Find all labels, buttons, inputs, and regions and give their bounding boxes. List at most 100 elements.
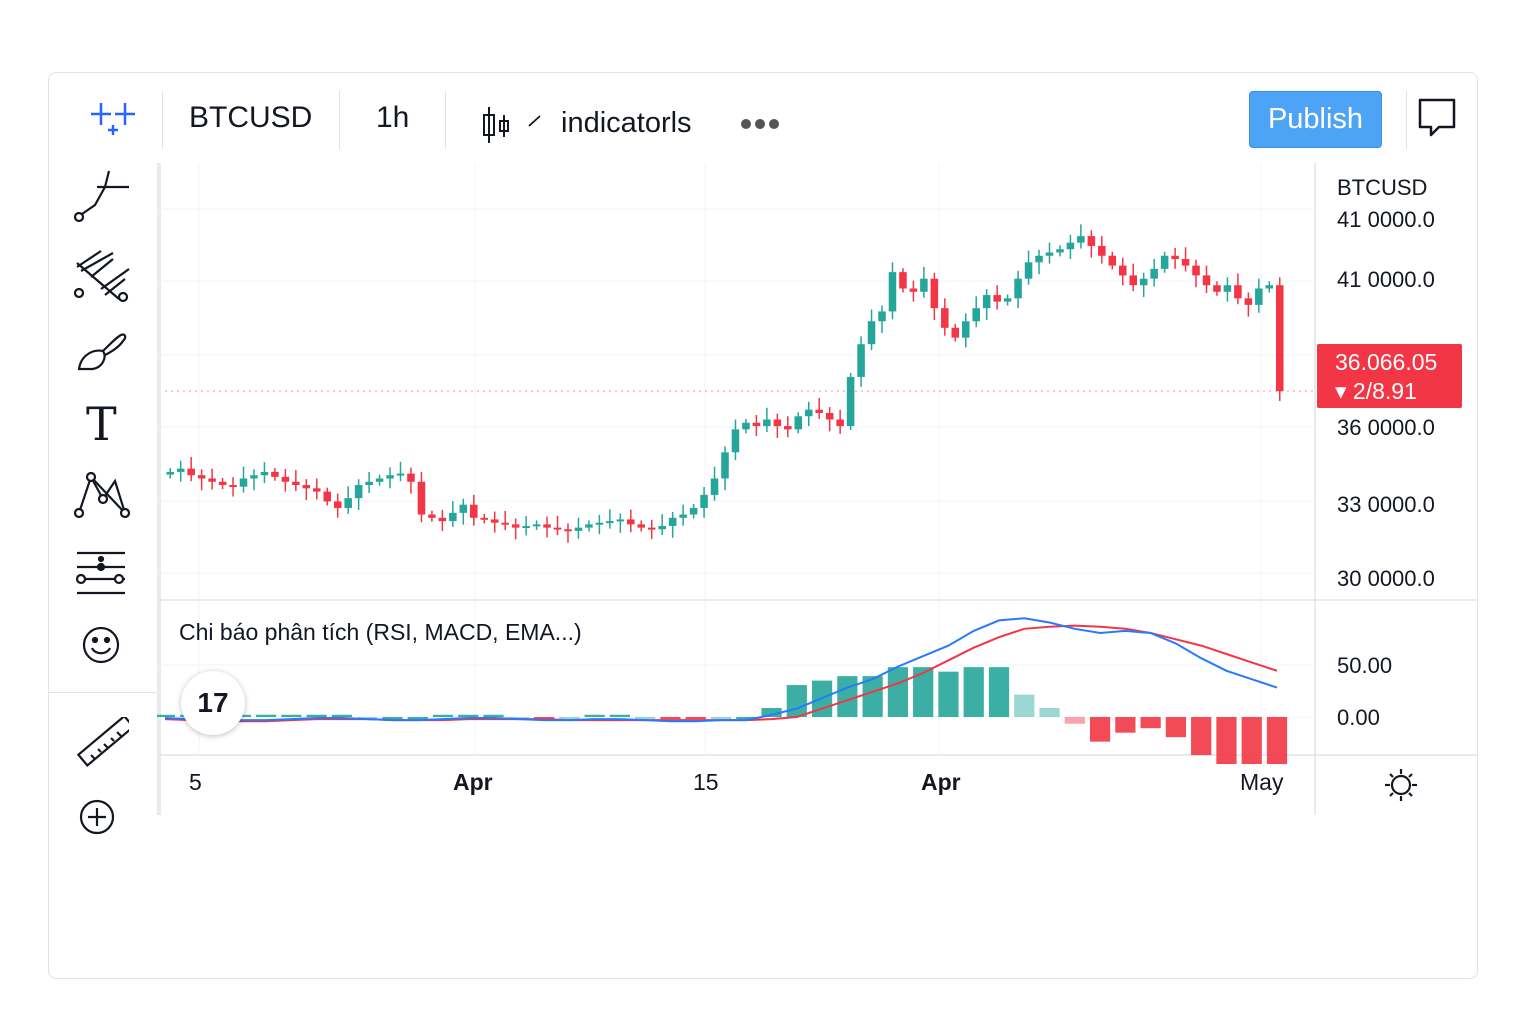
- publish-button[interactable]: Publish: [1249, 91, 1382, 148]
- price-change: ▾ 2/8.91: [1335, 378, 1417, 404]
- candle-body: [553, 527, 562, 530]
- symbol-selector[interactable]: BTCUSD: [189, 101, 312, 135]
- candle-body: [1077, 236, 1085, 243]
- time-label: 15: [693, 769, 719, 795]
- macd-histogram-bar: [609, 714, 631, 717]
- candle-body: [1234, 285, 1242, 299]
- chart-window: BTCUSD 1h indicatorls Publish T BTCUSD 4…: [48, 72, 1478, 979]
- toolbar-divider: [162, 91, 163, 149]
- emoji-icon[interactable]: [81, 625, 121, 665]
- ruler-icon[interactable]: [75, 717, 129, 771]
- candle-body: [878, 311, 886, 322]
- candle-body: [804, 409, 813, 417]
- candle-body: [899, 272, 907, 289]
- candle-body: [909, 288, 918, 292]
- candle-body: [260, 471, 269, 476]
- candle-body: [543, 524, 551, 528]
- candle-body: [323, 491, 332, 502]
- candle-body: [218, 481, 227, 486]
- interval-selector[interactable]: 1h: [376, 101, 409, 135]
- candle-body: [271, 471, 279, 477]
- indicator-title[interactable]: Chi báo phân tích (RSI, MACD, EMA...): [179, 619, 582, 646]
- candle-body: [1150, 268, 1158, 279]
- macd-histogram-bar: [1089, 717, 1111, 742]
- trendline-icon[interactable]: [73, 169, 131, 225]
- chart-type-icon[interactable]: [479, 103, 519, 147]
- candle-body: [229, 485, 237, 488]
- indicators-button[interactable]: indicatorls: [561, 107, 692, 140]
- settings-icon[interactable]: [1383, 767, 1419, 803]
- candle-body: [354, 485, 363, 499]
- candle-body: [208, 478, 216, 482]
- zoom-in-icon[interactable]: [77, 797, 117, 837]
- more-icon[interactable]: [739, 117, 781, 131]
- candle-body: [428, 514, 436, 518]
- candle-body: [951, 327, 960, 338]
- top-toolbar: BTCUSD 1h indicatorls Publish: [49, 73, 1477, 163]
- toolbar-divider: [1406, 91, 1407, 149]
- candle-body: [867, 321, 876, 345]
- candle-body: [239, 478, 248, 487]
- chart-pane[interactable]: BTCUSD 41 0000.0 41 0000.0 36 0000.0 33 …: [157, 163, 1478, 815]
- candle-body: [292, 481, 300, 486]
- drawing-toolbar: T: [49, 163, 157, 835]
- candle-body: [438, 517, 447, 522]
- candle-body: [1098, 245, 1106, 256]
- candle-body: [313, 488, 321, 492]
- candle-body: [386, 475, 394, 479]
- candle-body: [742, 422, 750, 430]
- candle-body: [302, 485, 311, 489]
- candle-body: [1202, 275, 1211, 286]
- macd-histogram-bar: [331, 714, 353, 717]
- candle-body: [773, 419, 782, 427]
- indicator-slash-icon: [528, 115, 541, 127]
- fib-icon[interactable]: [73, 549, 129, 597]
- candle-body: [396, 473, 405, 476]
- candle-body: [1192, 265, 1200, 276]
- price-label: 41 0000.0: [1337, 267, 1435, 292]
- candle-body: [1275, 285, 1284, 392]
- candle-body: [857, 344, 865, 377]
- candle-body: [1056, 249, 1064, 253]
- candle-body: [941, 308, 949, 328]
- price-label: 33 0000.0: [1337, 492, 1435, 517]
- macd-histogram-bar: [584, 714, 605, 717]
- candle-body: [470, 504, 478, 518]
- candle-body: [1035, 255, 1043, 263]
- macd-histogram-bar: [1266, 717, 1288, 765]
- macd-histogram-bar: [1140, 717, 1161, 729]
- macd-histogram-bar: [635, 717, 656, 719]
- candle-body: [689, 507, 698, 515]
- candle-body: [637, 524, 646, 528]
- candle-body: [1139, 278, 1148, 286]
- price-label: 41 0000.0: [1337, 207, 1435, 232]
- chart-canvas[interactable]: [157, 163, 1478, 815]
- candle-body: [574, 527, 583, 531]
- candle-body: [250, 475, 258, 479]
- candle-body: [846, 376, 855, 427]
- candle-body: [1223, 285, 1232, 292]
- chat-icon[interactable]: [1417, 97, 1457, 139]
- candle-body: [1118, 265, 1127, 276]
- candle-body: [166, 471, 175, 475]
- candle-body: [344, 498, 352, 508]
- candle-body: [1129, 275, 1137, 286]
- pattern-icon[interactable]: [73, 469, 131, 521]
- time-label: Apr: [453, 769, 493, 795]
- text-icon[interactable]: T: [86, 401, 117, 447]
- logo-badge[interactable]: 17: [181, 671, 245, 735]
- candle-body: [647, 527, 656, 530]
- candle-body: [1108, 255, 1117, 266]
- macd-histogram-bar: [306, 714, 327, 717]
- macd-histogram-bar: [382, 717, 403, 719]
- candle-body: [836, 419, 844, 427]
- brush-icon[interactable]: [75, 329, 129, 381]
- macd-histogram-bar: [660, 717, 681, 720]
- price-scale-symbol: BTCUSD: [1337, 175, 1428, 200]
- crosshair-icon[interactable]: [89, 97, 137, 137]
- pitchfork-icon[interactable]: [73, 249, 131, 305]
- macd-histogram-bar: [988, 667, 1010, 717]
- candle-body: [1171, 255, 1179, 260]
- candle-body: [511, 524, 520, 528]
- candle-body: [522, 525, 530, 528]
